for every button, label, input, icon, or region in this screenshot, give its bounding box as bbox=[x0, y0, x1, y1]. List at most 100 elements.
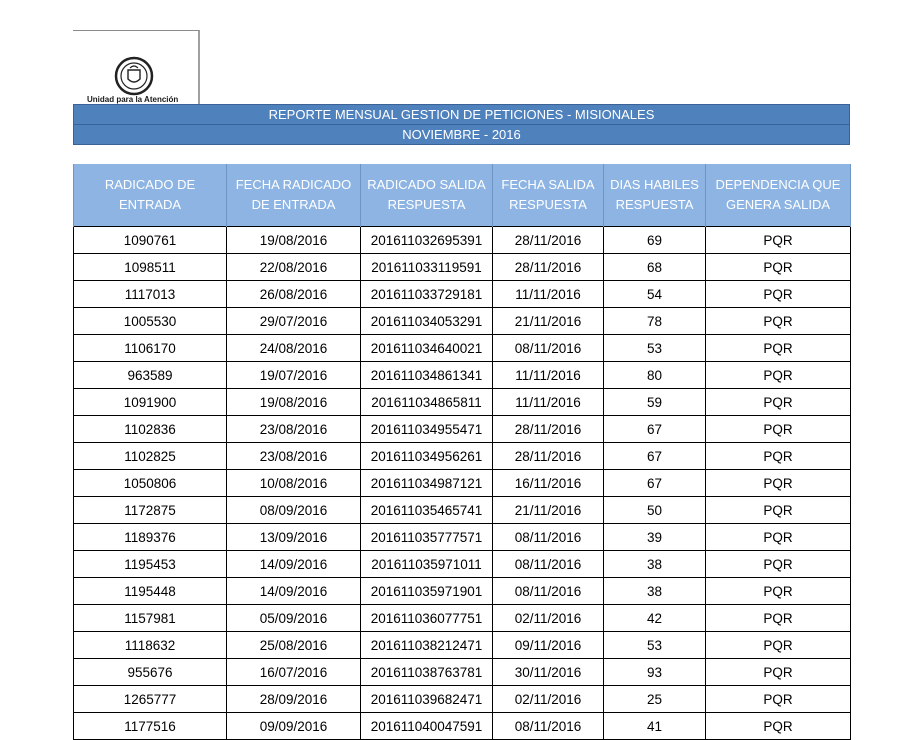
cell-radicado-salida: 201611038763781 bbox=[360, 658, 493, 686]
cell-fecha-radicado: 19/08/2016 bbox=[226, 226, 361, 254]
petitions-table: RADICADO DE ENTRADA FECHA RADICADO DE ENTRA… bbox=[73, 164, 851, 740]
column-header-line: ENTRADA bbox=[118, 197, 182, 212]
column-header-line: FECHA SALIDA bbox=[501, 177, 595, 192]
cell-radicado-salida: 201611040047591 bbox=[360, 712, 493, 740]
cell-dias-habiles: 78 bbox=[603, 307, 706, 335]
table-header: RADICADO DE ENTRADA FECHA RADICADO DE ENTRA… bbox=[73, 164, 851, 227]
cell-dependencia: PQR bbox=[705, 523, 851, 551]
cell-dependencia: PQR bbox=[705, 280, 851, 308]
cell-dependencia: PQR bbox=[705, 442, 851, 470]
cell-fecha-radicado: 23/08/2016 bbox=[226, 415, 361, 443]
cell-dependencia: PQR bbox=[705, 469, 851, 497]
column-header-line: DIAS HABILES bbox=[610, 177, 699, 192]
cell-radicado-salida: 201611035971901 bbox=[360, 577, 493, 605]
table-row: 1005530 29/07/2016 201611034053291 21/11/20… bbox=[73, 307, 851, 335]
cell-radicado-entrada: 1050806 bbox=[73, 469, 227, 497]
cell-dias-habiles: 38 bbox=[603, 577, 706, 605]
column-header-radicado-salida: RADICADO SALIDA RESPUESTA bbox=[360, 164, 493, 227]
table-row: 1098511 22/08/2016 201611033119591 28/11/20… bbox=[73, 253, 851, 281]
column-header-dias-habiles: DIAS HABILES RESPUESTA bbox=[603, 164, 706, 227]
cell-radicado-salida: 201611034865811 bbox=[360, 388, 493, 416]
cell-dias-habiles: 68 bbox=[603, 253, 706, 281]
cell-dias-habiles: 93 bbox=[603, 658, 706, 686]
cell-dias-habiles: 53 bbox=[603, 334, 706, 362]
cell-fecha-salida: 28/11/2016 bbox=[492, 226, 604, 254]
cell-fecha-radicado: 19/08/2016 bbox=[226, 388, 361, 416]
unidad-victimas-logo: Unidad para la Atención bbox=[73, 30, 200, 104]
table-row: 1157981 05/09/2016 201611036077751 02/11/20… bbox=[73, 604, 851, 632]
table-row: 1090761 19/08/2016 201611032695391 28/11/20… bbox=[73, 226, 851, 254]
column-header-line: RADICADO DE bbox=[104, 177, 196, 192]
cell-radicado-entrada: 1090761 bbox=[73, 226, 227, 254]
cell-dependencia: PQR bbox=[705, 577, 851, 605]
table-row: 1091900 19/08/2016 201611034865811 11/11/20… bbox=[73, 388, 851, 416]
cell-radicado-entrada: 955676 bbox=[73, 658, 227, 686]
table-row: 1195448 14/09/2016 201611035971901 08/11/20… bbox=[73, 577, 851, 605]
column-header-dependencia: DEPENDENCIA QUE GENERA SALIDA bbox=[705, 164, 851, 227]
table-row: 1050806 10/08/2016 201611034987121 16/11/20… bbox=[73, 469, 851, 497]
cell-fecha-salida: 08/11/2016 bbox=[492, 577, 604, 605]
cell-fecha-radicado: 22/08/2016 bbox=[226, 253, 361, 281]
cell-dependencia: PQR bbox=[705, 361, 851, 389]
cell-radicado-entrada: 1189376 bbox=[73, 523, 227, 551]
cell-fecha-radicado: 09/09/2016 bbox=[226, 712, 361, 740]
table-row: 1106170 24/08/2016 201611034640021 08/11/20… bbox=[73, 334, 851, 362]
report-period: NOVIEMBRE - 2016 bbox=[73, 125, 850, 145]
cell-radicado-salida: 201611034861341 bbox=[360, 361, 493, 389]
cell-dependencia: PQR bbox=[705, 496, 851, 524]
cell-dias-habiles: 54 bbox=[603, 280, 706, 308]
cell-dias-habiles: 69 bbox=[603, 226, 706, 254]
cell-fecha-radicado: 13/09/2016 bbox=[226, 523, 361, 551]
cell-radicado-entrada: 1195448 bbox=[73, 577, 227, 605]
cell-dias-habiles: 38 bbox=[603, 550, 706, 578]
cell-fecha-salida: 08/11/2016 bbox=[492, 712, 604, 740]
table-row: 1265777 28/09/2016 201611039682471 02/11/20… bbox=[73, 685, 851, 713]
cell-radicado-salida: 201611034987121 bbox=[360, 469, 493, 497]
cell-dias-habiles: 41 bbox=[603, 712, 706, 740]
cell-dias-habiles: 25 bbox=[603, 685, 706, 713]
cell-dependencia: PQR bbox=[705, 712, 851, 740]
cell-fecha-salida: 21/11/2016 bbox=[492, 496, 604, 524]
cell-fecha-radicado: 05/09/2016 bbox=[226, 604, 361, 632]
cell-fecha-radicado: 19/07/2016 bbox=[226, 361, 361, 389]
cell-dias-habiles: 42 bbox=[603, 604, 706, 632]
cell-radicado-salida: 201611036077751 bbox=[360, 604, 493, 632]
cell-fecha-salida: 21/11/2016 bbox=[492, 307, 604, 335]
cell-dependencia: PQR bbox=[705, 253, 851, 281]
cell-fecha-salida: 16/11/2016 bbox=[492, 469, 604, 497]
cell-dias-habiles: 67 bbox=[603, 469, 706, 497]
cell-radicado-entrada: 1102836 bbox=[73, 415, 227, 443]
table-row: 955676 16/07/2016 201611038763781 30/11/201… bbox=[73, 658, 851, 686]
cell-dependencia: PQR bbox=[705, 415, 851, 443]
cell-radicado-entrada: 1172875 bbox=[73, 496, 227, 524]
cell-radicado-salida: 201611034956261 bbox=[360, 442, 493, 470]
cell-radicado-entrada: 1005530 bbox=[73, 307, 227, 335]
cell-fecha-radicado: 16/07/2016 bbox=[226, 658, 361, 686]
cell-radicado-salida: 201611034053291 bbox=[360, 307, 493, 335]
column-header-fecha-salida: FECHA SALIDA RESPUESTA bbox=[492, 164, 604, 227]
cell-dependencia: PQR bbox=[705, 685, 851, 713]
cell-fecha-radicado: 08/09/2016 bbox=[226, 496, 361, 524]
cell-radicado-entrada: 1177516 bbox=[73, 712, 227, 740]
cell-fecha-salida: 28/11/2016 bbox=[492, 415, 604, 443]
table-row: 1118632 25/08/2016 201611038212471 09/11/20… bbox=[73, 631, 851, 659]
cell-dias-habiles: 67 bbox=[603, 442, 706, 470]
cell-dias-habiles: 59 bbox=[603, 388, 706, 416]
cell-fecha-salida: 08/11/2016 bbox=[492, 334, 604, 362]
cell-fecha-salida: 30/11/2016 bbox=[492, 658, 604, 686]
cell-fecha-salida: 08/11/2016 bbox=[492, 550, 604, 578]
cell-fecha-salida: 28/11/2016 bbox=[492, 253, 604, 281]
cell-radicado-entrada: 1118632 bbox=[73, 631, 227, 659]
cell-dependencia: PQR bbox=[705, 226, 851, 254]
table-row: 1102825 23/08/2016 201611034956261 28/11/20… bbox=[73, 442, 851, 470]
cell-radicado-salida: 201611035971011 bbox=[360, 550, 493, 578]
cell-dependencia: PQR bbox=[705, 550, 851, 578]
cell-fecha-salida: 02/11/2016 bbox=[492, 604, 604, 632]
cell-radicado-entrada: 1195453 bbox=[73, 550, 227, 578]
cell-dias-habiles: 80 bbox=[603, 361, 706, 389]
cell-fecha-radicado: 29/07/2016 bbox=[226, 307, 361, 335]
table-row: 963589 19/07/2016 201611034861341 11/11/201… bbox=[73, 361, 851, 389]
header-row: RADICADO DE ENTRADA FECHA RADICADO DE ENTRA… bbox=[73, 164, 851, 227]
cell-fecha-salida: 02/11/2016 bbox=[492, 685, 604, 713]
coat-of-arms-seal-icon bbox=[114, 56, 154, 96]
